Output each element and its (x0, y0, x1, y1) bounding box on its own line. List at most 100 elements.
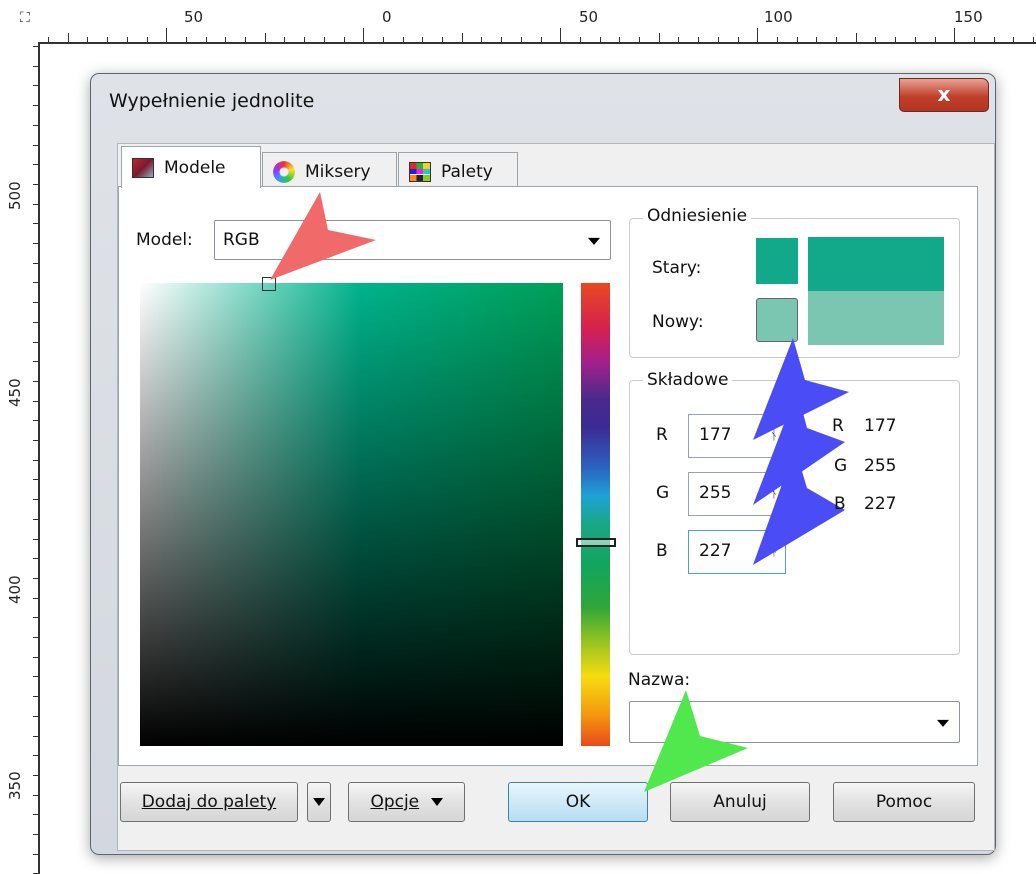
ruler-label: 400 (6, 575, 24, 604)
ruler-tick (33, 105, 38, 107)
models-icon (132, 157, 154, 178)
ruler-tick (33, 46, 38, 47)
horizontal-ruler[interactable]: 50 0 50 100 150 (38, 0, 1036, 44)
green-annotation-arrow (644, 690, 748, 792)
ruler-tick (678, 37, 680, 42)
ruler-tick (816, 37, 818, 42)
ruler-tick (33, 853, 38, 855)
ruler-tick (855, 33, 857, 42)
ruler-tick (33, 321, 38, 323)
ruler-tick (33, 637, 38, 638)
add-to-palette-button[interactable]: Dodaj do palety (120, 782, 298, 822)
red-annotation-arrow (270, 192, 376, 280)
ruler-tick (48, 37, 49, 42)
ruler-tick (954, 28, 956, 42)
ruler-tick (422, 37, 424, 42)
ruler-corner[interactable]: ⛶ (0, 0, 38, 42)
ruler-tick (33, 834, 38, 835)
old-color-swatch (756, 238, 798, 284)
ruler-origin-icon: ⛶ (20, 10, 30, 26)
tab-palettes[interactable]: Palety (398, 152, 518, 190)
ruler-tick (33, 262, 38, 264)
ruler-tick (33, 794, 38, 796)
ruler-tick (245, 37, 246, 42)
ruler-tick (442, 37, 443, 42)
ruler-tick (757, 28, 759, 42)
ruler-tick (33, 597, 38, 599)
ruler-tick (33, 243, 38, 244)
vertical-ruler[interactable]: 500 450 400 350 (0, 42, 40, 874)
ruler-tick (776, 37, 778, 42)
ruler-tick (33, 203, 38, 205)
ruler-tick (796, 37, 798, 42)
options-label: Opcje (370, 792, 420, 812)
ruler-tick (33, 361, 38, 363)
ruler-tick (107, 37, 109, 42)
reference-title: Odniesienie (643, 206, 752, 226)
name-label: Nazwa: (628, 670, 691, 690)
components-title: Składowe (643, 370, 733, 390)
ruler-tick (343, 37, 345, 42)
hue-slider[interactable] (581, 283, 610, 746)
ruler-tick (33, 617, 38, 619)
ok-button[interactable]: OK (508, 782, 648, 822)
ruler-tick (33, 223, 38, 225)
g-readout-label: G (834, 456, 848, 476)
ruler-tick (402, 37, 404, 42)
chevron-down-icon (430, 798, 443, 806)
color-field[interactable] (140, 283, 563, 746)
ruler-tick (836, 37, 837, 42)
ruler-tick (33, 479, 38, 481)
ruler-tick (304, 37, 306, 42)
r-readout-label: R (832, 416, 844, 436)
close-icon: x (937, 82, 951, 106)
new-label: Nowy: (652, 312, 704, 332)
ruler-tick (87, 37, 89, 42)
model-value: RGB (223, 230, 260, 250)
help-button[interactable]: Pomoc (833, 782, 975, 822)
ruler-tick (33, 380, 38, 382)
ruler-tick (33, 577, 38, 579)
help-label: Pomoc (875, 792, 933, 812)
ruler-tick (33, 440, 38, 441)
ruler-tick (33, 755, 38, 757)
ruler-tick (737, 37, 739, 42)
ruler-label: 100 (764, 8, 793, 26)
ruler-label: 0 (382, 8, 392, 26)
ruler-tick (1013, 37, 1015, 42)
tab-label: Palety (441, 161, 493, 182)
add-to-palette-label: Dodaj do palety (141, 792, 277, 812)
tab-label: Modele (164, 157, 226, 178)
ok-label: OK (565, 792, 591, 812)
ruler-tick (698, 37, 700, 42)
ruler-tick (33, 715, 38, 717)
ruler-tick (33, 735, 38, 737)
r-label: R (656, 425, 668, 445)
ruler-tick (146, 37, 148, 42)
ruler-tick (323, 37, 325, 42)
ruler-tick (33, 282, 38, 284)
options-button[interactable]: Opcje (348, 782, 465, 822)
ruler-tick (33, 518, 38, 520)
g-readout-value: 255 (864, 456, 897, 476)
ruler-tick (599, 37, 601, 42)
hue-slider-handle[interactable] (576, 538, 616, 547)
ruler-tick (658, 33, 660, 42)
ruler-tick (33, 774, 38, 776)
ruler-tick (33, 400, 38, 402)
model-label: Model: (136, 230, 193, 250)
ruler-label: 150 (954, 8, 983, 26)
g-value: 255 (699, 483, 732, 503)
add-to-palette-menu-button[interactable] (307, 782, 331, 822)
ruler-label: 50 (579, 8, 599, 26)
ruler-tick (33, 302, 38, 304)
ruler-tick (875, 37, 877, 42)
ruler-tick (166, 28, 168, 42)
ruler-tick (33, 341, 38, 343)
close-button[interactable]: x (899, 78, 989, 112)
ruler-tick (33, 814, 38, 816)
ruler-tick (33, 183, 38, 185)
tab-models[interactable]: Modele (121, 146, 261, 188)
ruler-tick (973, 37, 975, 42)
ruler-tick (501, 37, 503, 42)
